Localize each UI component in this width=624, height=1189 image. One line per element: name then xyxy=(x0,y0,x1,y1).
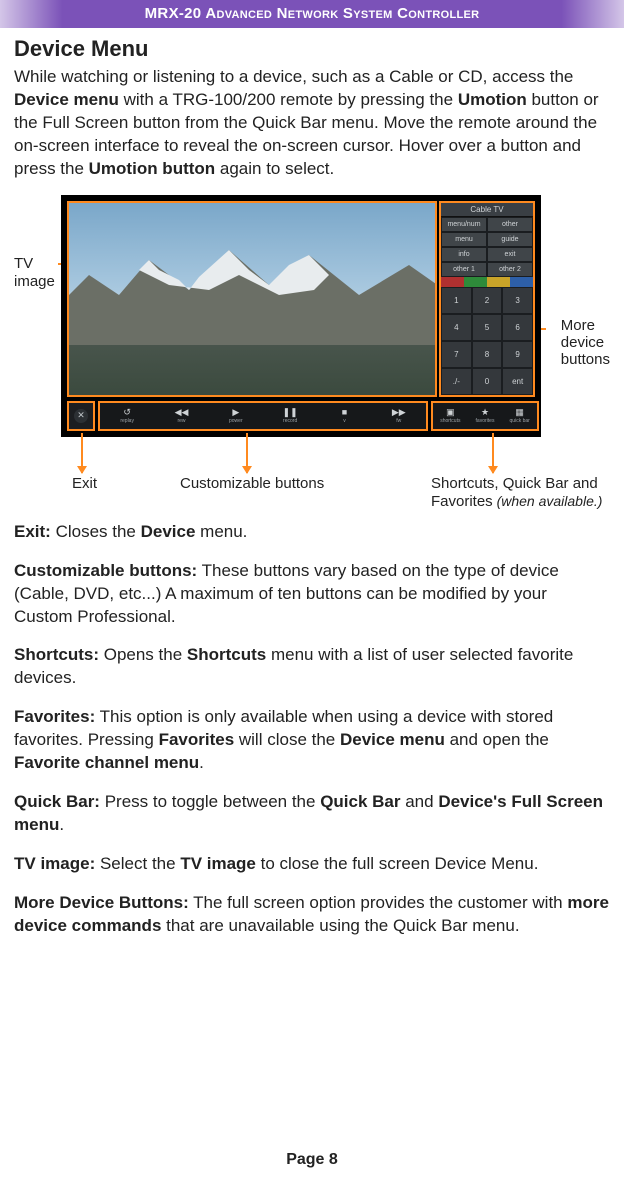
bottom-bar: ✕ ↺replay◀◀rew▶power❚❚record■v▶▶fw ▣shor… xyxy=(67,401,539,431)
panel-button-other1[interactable]: other 1 xyxy=(441,262,487,277)
panel-button-exit[interactable]: exit xyxy=(487,247,533,262)
panel-title: Cable TV xyxy=(441,203,533,217)
page-footer: Page 8 xyxy=(0,1151,624,1169)
numpad-key[interactable]: ent xyxy=(502,368,533,395)
panel-button-info[interactable]: info xyxy=(441,247,487,262)
arrow-icon xyxy=(81,433,83,473)
panel-numpad: 123 456 789 ./-0ent xyxy=(441,287,533,395)
definition-item: Quick Bar: Press to toggle between the Q… xyxy=(14,791,610,837)
nav-button-favorites[interactable]: ★favorites xyxy=(468,403,503,429)
numpad-key[interactable]: 0 xyxy=(472,368,503,395)
callout-more-device: Moredevicebuttons xyxy=(561,317,610,369)
device-button-panel: Cable TV menu/num other menu guide info … xyxy=(439,201,535,397)
intro-paragraph: While watching or listening to a device,… xyxy=(14,66,610,181)
definition-item: Customizable buttons: These buttons vary… xyxy=(14,560,610,629)
numpad-key[interactable]: 7 xyxy=(441,341,472,368)
transport-button-record[interactable]: ❚❚record xyxy=(263,403,317,429)
mountain-illustration xyxy=(67,235,437,345)
definition-item: TV image: Select the TV image to close t… xyxy=(14,853,610,876)
panel-tab[interactable]: other xyxy=(487,217,533,232)
panel-tab[interactable]: menu/num xyxy=(441,217,487,232)
shortcuts-favorites-quickbar: ▣shortcuts★favorites▦quick bar xyxy=(431,401,539,431)
numpad-key[interactable]: 5 xyxy=(472,314,503,341)
panel-button-menu[interactable]: menu xyxy=(441,232,487,247)
arrow-icon xyxy=(246,433,248,473)
panel-color-buttons[interactable] xyxy=(441,277,533,287)
power-icon: ▶ xyxy=(232,408,239,417)
panel-button-guide[interactable]: guide xyxy=(487,232,533,247)
numpad-key[interactable]: 2 xyxy=(472,287,503,314)
favorites-icon: ★ xyxy=(481,408,489,417)
device-screen: Cable TV menu/num other menu guide info … xyxy=(61,195,541,437)
callout-shortcuts: Shortcuts, Quick Bar andFavorites (when … xyxy=(431,475,602,511)
nav-button-shortcuts[interactable]: ▣shortcuts xyxy=(433,403,468,429)
definition-item: Favorites: This option is only available… xyxy=(14,706,610,775)
definition-item: Shortcuts: Opens the Shortcuts menu with… xyxy=(14,644,610,690)
numpad-key[interactable]: 3 xyxy=(502,287,533,314)
definitions-list: Exit: Closes the Device menu. Customizabl… xyxy=(0,521,624,938)
transport-button-rew[interactable]: ◀◀rew xyxy=(154,403,208,429)
numpad-key[interactable]: 4 xyxy=(441,314,472,341)
definition-item: More Device Buttons: The full screen opt… xyxy=(14,892,610,938)
callout-custom: Customizable buttons xyxy=(180,475,324,492)
arrow-icon xyxy=(492,433,494,473)
transport-button-v[interactable]: ■v xyxy=(317,403,371,429)
nav-button-quick bar[interactable]: ▦quick bar xyxy=(502,403,537,429)
customizable-buttons: ↺replay◀◀rew▶power❚❚record■v▶▶fw xyxy=(98,401,428,431)
definition-item: Exit: Closes the Device menu. xyxy=(14,521,610,544)
numpad-key[interactable]: 9 xyxy=(502,341,533,368)
quick bar-icon: ▦ xyxy=(515,408,524,417)
v-icon: ■ xyxy=(342,408,347,417)
page-header: MRX-20 Advanced Network System Controlle… xyxy=(0,0,624,28)
callout-tv-image: TVimage xyxy=(14,255,60,291)
transport-button-power[interactable]: ▶power xyxy=(209,403,263,429)
close-icon: ✕ xyxy=(74,409,88,423)
transport-button-fw[interactable]: ▶▶fw xyxy=(372,403,426,429)
numpad-key[interactable]: 1 xyxy=(441,287,472,314)
record-icon: ❚❚ xyxy=(283,408,298,417)
transport-button-replay[interactable]: ↺replay xyxy=(100,403,154,429)
section-title: Device Menu xyxy=(14,36,610,62)
rew-icon: ◀◀ xyxy=(175,408,189,417)
numpad-key[interactable]: 8 xyxy=(472,341,503,368)
numpad-key[interactable]: 6 xyxy=(502,314,533,341)
device-menu-figure: TVimage Moredevicebuttons Cable TV menu/… xyxy=(14,195,610,515)
exit-button[interactable]: ✕ xyxy=(67,401,95,431)
replay-icon: ↺ xyxy=(123,408,131,417)
fw-icon: ▶▶ xyxy=(392,408,406,417)
numpad-key[interactable]: ./- xyxy=(441,368,472,395)
panel-button-other2[interactable]: other 2 xyxy=(487,262,533,277)
shortcuts-icon: ▣ xyxy=(446,408,455,417)
tv-image-area[interactable] xyxy=(67,201,437,397)
callout-exit: Exit xyxy=(72,475,97,492)
